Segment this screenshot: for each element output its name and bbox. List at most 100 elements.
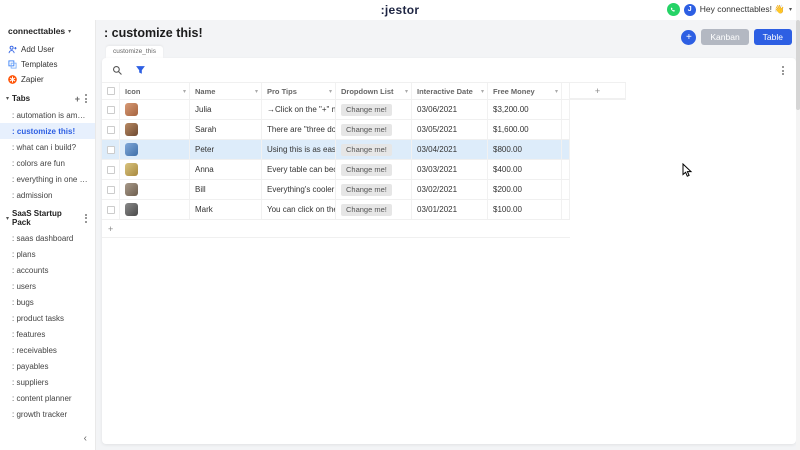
chevron-down-icon[interactable]: ▾ [481,88,484,95]
table-row[interactable]: Anna Every table can beco... Change me! … [102,160,570,180]
sidebar-item-growth-tracker[interactable]: : growth tracker [0,406,95,422]
sidebar-item-what-can-i-build[interactable]: : what can i build? [0,139,95,155]
cell-pro-tips[interactable]: Using this is as easy ... [262,140,336,159]
cell-date[interactable]: 03/03/2021 [412,160,488,179]
whatsapp-icon[interactable] [666,3,680,16]
add-row-button[interactable]: + [102,220,570,238]
cell-date[interactable]: 03/06/2021 [412,100,488,119]
chevron-down-icon[interactable]: ▾ [405,88,408,95]
add-tab-button[interactable]: + [75,94,80,103]
dropdown-chip[interactable]: Change me! [341,163,392,176]
view-button-kanban[interactable]: Kanban [701,29,749,45]
row-checkbox[interactable] [106,145,115,154]
add-record-button[interactable]: + [681,29,697,45]
column-header-icon[interactable]: Icon ▾ [120,83,190,99]
cell-money[interactable]: $100.00 [488,200,562,219]
cell-money[interactable]: $3,200.00 [488,100,562,119]
page-title: : customize this! [104,26,203,40]
sidebar-item-plans[interactable]: : plans [0,246,95,262]
section-menu-icon[interactable] [83,93,89,104]
sidebar-item-customize-this[interactable]: : customize this! [0,123,95,139]
select-all-checkbox[interactable] [106,87,115,95]
dropdown-chip[interactable]: Change me! [341,143,392,156]
column-header-interactive-date[interactable]: Interactive Date ▾ [412,83,488,99]
dropdown-chip[interactable]: Change me! [341,183,392,196]
table-row[interactable]: Mark You can click on the ... Change me!… [102,200,570,220]
sidebar-item-templates[interactable]: Templates [0,57,95,72]
sidebar-item-everything-in-one[interactable]: : everything in one pla... [0,171,95,187]
sidebar-item-automation[interactable]: : automation is amazing! [0,107,95,123]
sidebar-item-accounts[interactable]: : accounts [0,262,95,278]
sidebar-item-users[interactable]: : users [0,278,95,294]
cell-money[interactable]: $1,600.00 [488,120,562,139]
section-toggle-icon[interactable]: ▾ [6,95,9,102]
tab-customize-this[interactable]: customize_this [106,45,163,58]
cell-pro-tips[interactable]: →Click on the "+" ne... [262,100,336,119]
cell-date[interactable]: 03/02/2021 [412,180,488,199]
table-row[interactable]: Sarah There are "three dots... Change me… [102,120,570,140]
cell-pro-tips[interactable]: You can click on the ... [262,200,336,219]
sidebar-item-colors-are-fun[interactable]: : colors are fun [0,155,95,171]
row-checkbox[interactable] [106,185,115,194]
cell-date[interactable]: 03/01/2021 [412,200,488,219]
sidebar-item-zapier[interactable]: Zapier [0,72,95,87]
section-menu-icon[interactable] [83,213,89,224]
section-header-saas-pack[interactable]: ▾ SaaS Startup Pack [0,203,95,230]
cell-pro-tips[interactable]: Every table can beco... [262,160,336,179]
cell-money[interactable]: $400.00 [488,160,562,179]
sidebar-item-receivables[interactable]: : receivables [0,342,95,358]
cell-name[interactable]: Mark [190,200,262,219]
sidebar-item-bugs[interactable]: : bugs [0,294,95,310]
greeting-text[interactable]: Hey connecttables! 👋 [700,4,785,15]
section-header-tabs[interactable]: ▾ Tabs + [0,87,95,107]
dropdown-chip[interactable]: Change me! [341,103,392,116]
column-header-pro-tips[interactable]: Pro Tips ▾ [262,83,336,99]
search-icon[interactable] [112,65,123,76]
chevron-down-icon[interactable]: ▾ [183,88,186,95]
sidebar-item-saas-dashboard[interactable]: : saas dashboard [0,230,95,246]
table-row[interactable]: Julia →Click on the "+" ne... Change me!… [102,100,570,120]
user-avatar[interactable]: J [683,3,696,16]
add-column-button[interactable]: + [570,83,626,99]
chevron-down-icon[interactable]: ▾ [329,88,332,95]
window-scrollbar[interactable] [796,0,800,450]
sidebar-item-admission[interactable]: : admission [0,187,95,203]
sidebar-item-add-user[interactable]: Add User [0,42,95,57]
sidebar-item-suppliers[interactable]: : suppliers [0,374,95,390]
workspace-switcher[interactable]: connecttables ▾ [0,20,95,42]
cell-name[interactable]: Julia [190,100,262,119]
cell-name[interactable]: Anna [190,160,262,179]
row-checkbox[interactable] [106,105,115,114]
column-header-free-money[interactable]: Free Money ▾ [488,83,562,99]
filter-icon[interactable] [135,65,146,76]
column-header-name[interactable]: Name ▾ [190,83,262,99]
row-checkbox[interactable] [106,165,115,174]
section-toggle-icon[interactable]: ▾ [6,215,9,222]
cell-money[interactable]: $800.00 [488,140,562,159]
sidebar-item-content-planner[interactable]: : content planner [0,390,95,406]
sidebar-item-product-tasks[interactable]: : product tasks [0,310,95,326]
cell-name[interactable]: Sarah [190,120,262,139]
table-options-menu-icon[interactable] [780,65,786,76]
row-checkbox[interactable] [106,205,115,214]
dropdown-chip[interactable]: Change me! [341,123,392,136]
table-row-highlighted[interactable]: Peter Using this is as easy ... Change m… [102,140,570,160]
chevron-down-icon[interactable]: ▾ [789,6,792,13]
dropdown-chip[interactable]: Change me! [341,203,392,216]
cell-money[interactable]: $200.00 [488,180,562,199]
chevron-down-icon[interactable]: ▾ [555,88,558,95]
sidebar-collapse-button[interactable]: ‹ [84,433,87,444]
table-row[interactable]: Bill Everything's cooler ... Change me! … [102,180,570,200]
row-checkbox[interactable] [106,125,115,134]
cell-date[interactable]: 03/05/2021 [412,120,488,139]
cell-date[interactable]: 03/04/2021 [412,140,488,159]
cell-name[interactable]: Peter [190,140,262,159]
cell-name[interactable]: Bill [190,180,262,199]
cell-pro-tips[interactable]: There are "three dots... [262,120,336,139]
column-header-dropdown-list[interactable]: Dropdown List ▾ [336,83,412,99]
sidebar-item-features[interactable]: : features [0,326,95,342]
chevron-down-icon[interactable]: ▾ [255,88,258,95]
cell-pro-tips[interactable]: Everything's cooler ... [262,180,336,199]
sidebar-item-payables[interactable]: : payables [0,358,95,374]
view-button-table[interactable]: Table [753,29,792,45]
